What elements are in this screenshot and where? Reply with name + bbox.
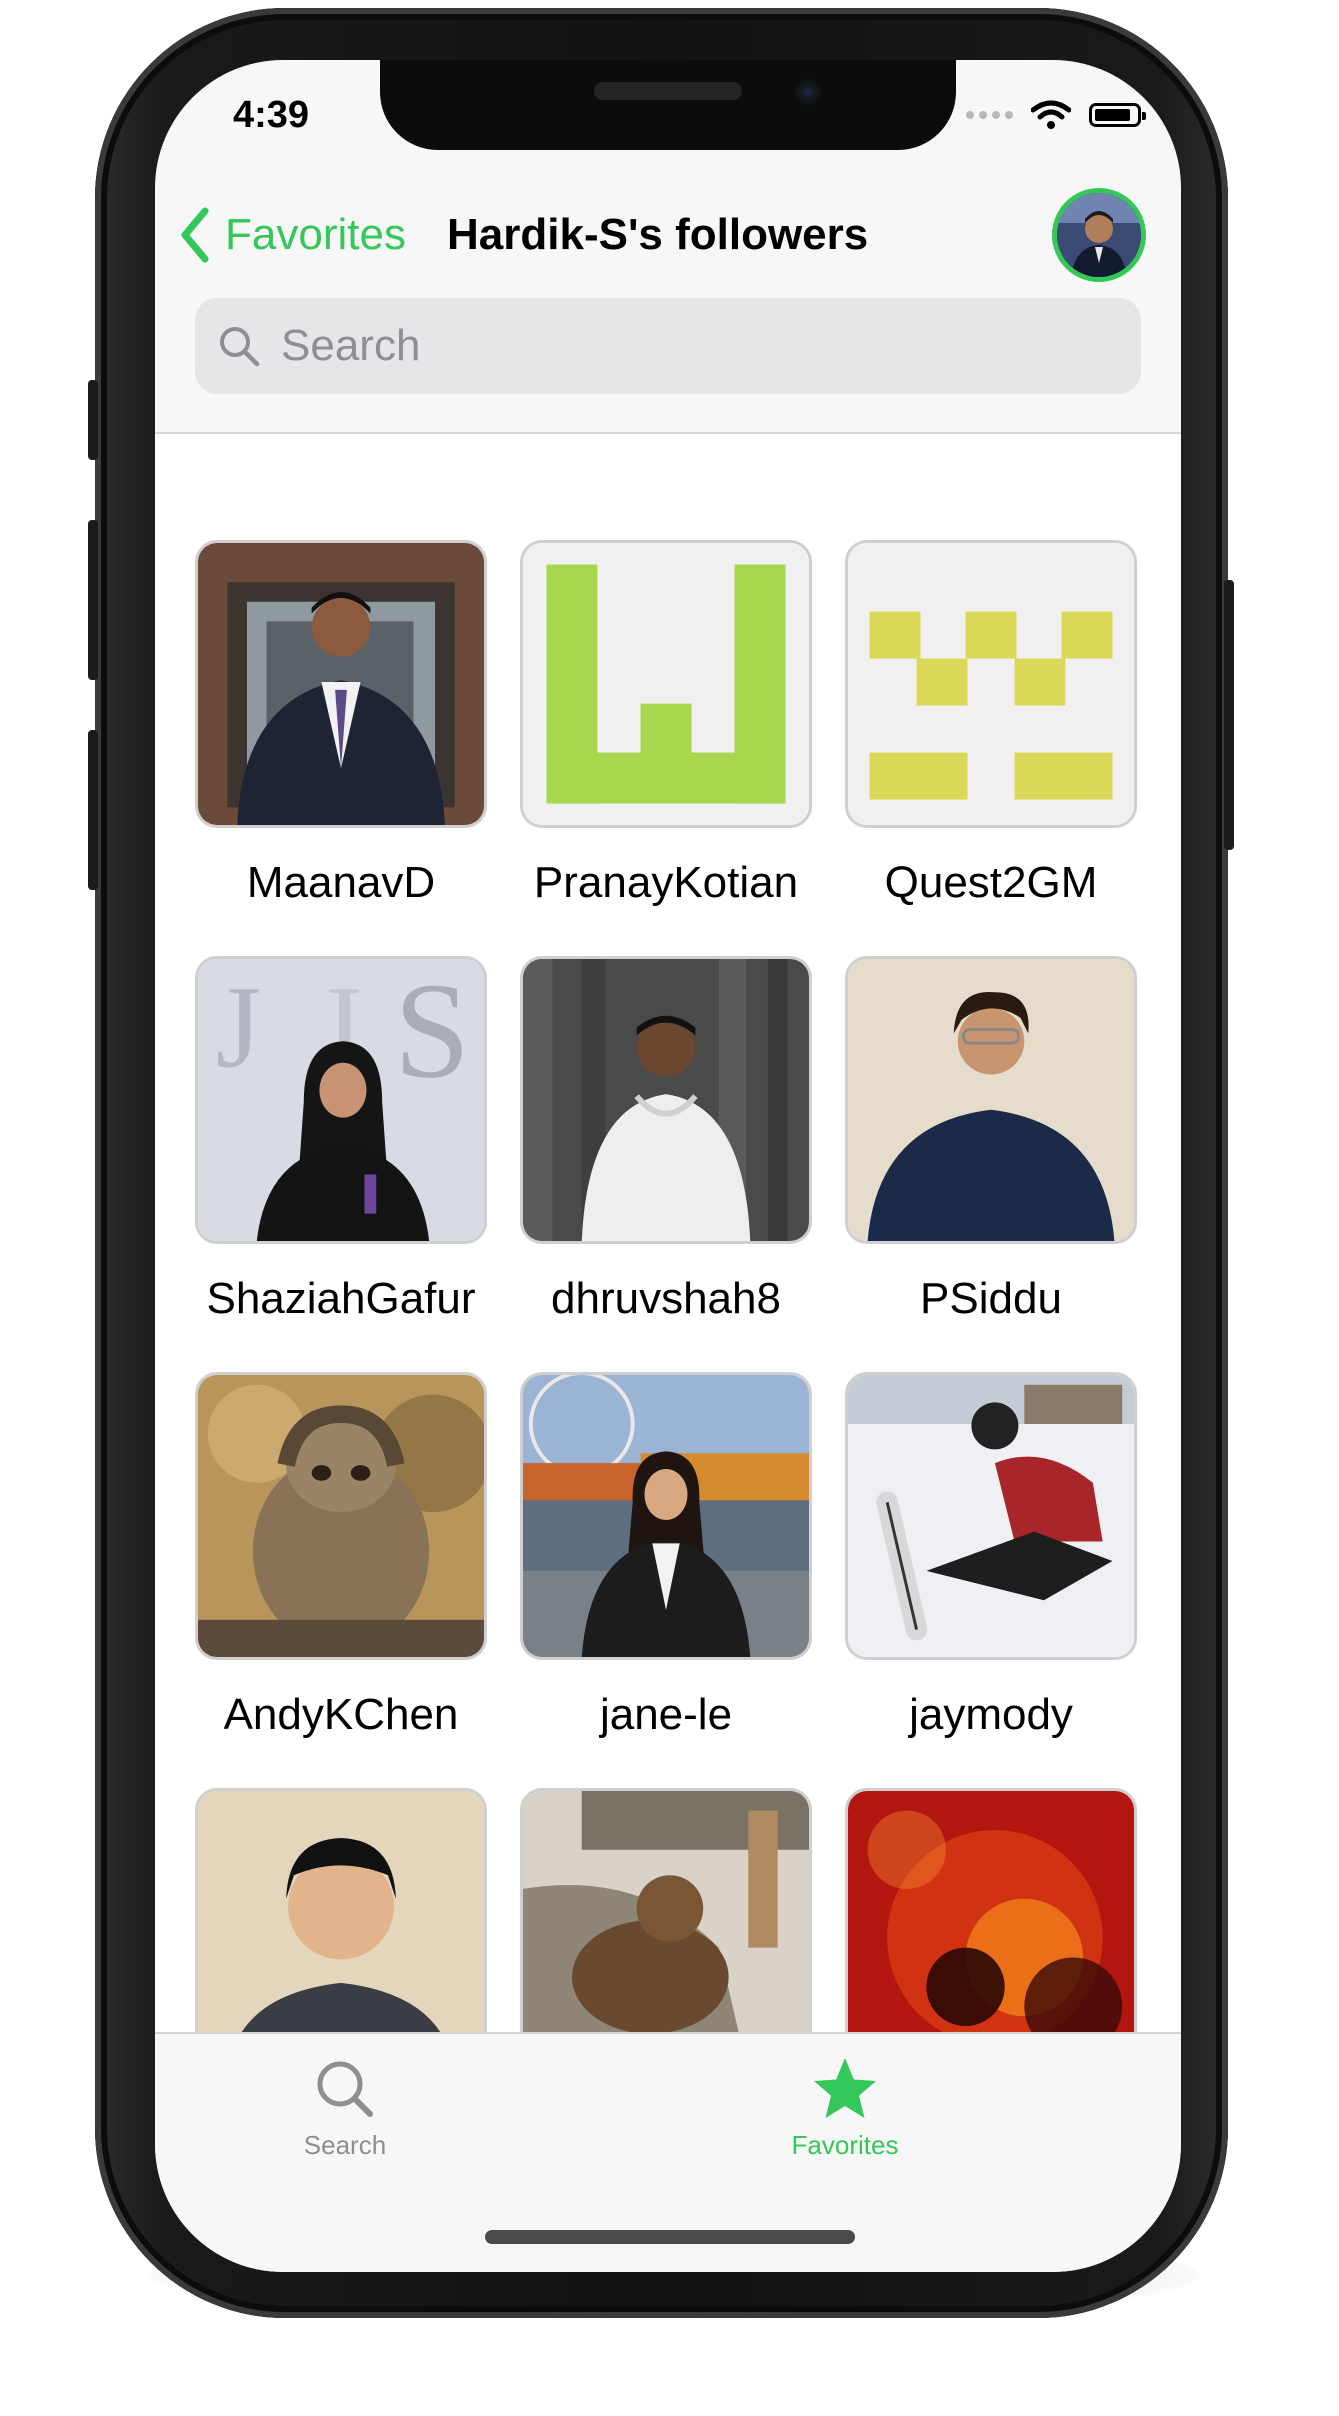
- follower-username: ShaziahGafur: [206, 1274, 476, 1323]
- volume-up-button: [88, 520, 98, 680]
- follower-photo: [520, 956, 812, 1244]
- follower-username: dhruvshah8: [551, 1274, 781, 1323]
- follower-cell-andykchen[interactable]: AndyKChen: [195, 1372, 487, 1740]
- follower-cell-dhruvshah8[interactable]: dhruvshah8: [520, 956, 812, 1324]
- svg-text:J: J: [216, 963, 262, 1093]
- status-icons: [966, 100, 1146, 130]
- follower-photo: [845, 1372, 1137, 1660]
- notch: [380, 60, 956, 150]
- avatar-image: [1057, 193, 1141, 277]
- follower-username: jaymody: [909, 1690, 1073, 1739]
- cellular-signal-icon: [966, 111, 1013, 119]
- search-input[interactable]: [279, 320, 1083, 372]
- search-bar[interactable]: [195, 298, 1141, 394]
- chevron-left-icon: [181, 207, 209, 263]
- camera: [794, 78, 822, 106]
- back-button-label: Favorites: [225, 210, 406, 259]
- follower-cell-quest2gm[interactable]: Quest2GM: [845, 540, 1137, 908]
- follower-photo: [845, 956, 1137, 1244]
- tab-search-label: Search: [303, 2130, 387, 2160]
- follower-cell-pranaykotian[interactable]: PranayKotian: [520, 540, 812, 908]
- followers-grid: MaanavD PranayKotian Quest2GM J J S Shaz…: [155, 434, 1181, 2084]
- svg-text:S: S: [394, 959, 470, 1106]
- tab-favorites-label: Favorites: [791, 2130, 899, 2160]
- follower-username: AndyKChen: [223, 1690, 459, 1739]
- follower-photo: J J S: [195, 956, 487, 1244]
- speaker: [594, 82, 742, 100]
- magnifying-glass-icon: [317, 2061, 373, 2117]
- follower-username: jane-le: [599, 1690, 733, 1739]
- tab-favorites[interactable]: Favorites: [745, 2054, 945, 2161]
- mute-switch: [88, 380, 98, 460]
- screen: 4:39 Favorites Hardik-S's followers Sear…: [155, 60, 1181, 2272]
- home-indicator: [485, 2230, 855, 2244]
- follower-photo: [520, 540, 812, 828]
- user-avatar[interactable]: [1052, 188, 1146, 282]
- star-icon: [814, 2058, 876, 2118]
- follower-photo: [520, 1372, 812, 1660]
- search-icon: [220, 327, 260, 367]
- follower-cell-jane-le[interactable]: jane-le: [520, 1372, 812, 1740]
- follower-cell-maanavd[interactable]: MaanavD: [195, 540, 487, 908]
- back-button[interactable]: Favorites: [177, 180, 406, 290]
- wifi-icon: [1031, 100, 1071, 129]
- page-title: Hardik-S's followers: [447, 210, 869, 259]
- power-button: [1224, 580, 1234, 850]
- navigation-bar: Favorites Hardik-S's followers: [155, 180, 1181, 290]
- follower-username: MaanavD: [246, 858, 436, 907]
- status-time: 4:39: [233, 94, 310, 136]
- follower-photo: [195, 1372, 487, 1660]
- follower-username: PSiddu: [920, 1274, 1062, 1323]
- follower-photo: [845, 540, 1137, 828]
- battery-icon: [1089, 103, 1146, 127]
- tab-search[interactable]: Search: [245, 2054, 445, 2161]
- follower-username: Quest2GM: [884, 858, 1098, 907]
- follower-cell-shaziahgafur[interactable]: J J S ShaziahGafur: [195, 956, 487, 1324]
- follower-username: PranayKotian: [533, 858, 799, 907]
- follower-cell-psiddu[interactable]: PSiddu: [845, 956, 1137, 1324]
- follower-photo: [195, 540, 487, 828]
- volume-down-button: [88, 730, 98, 890]
- follower-cell-jaymody[interactable]: jaymody: [845, 1372, 1137, 1740]
